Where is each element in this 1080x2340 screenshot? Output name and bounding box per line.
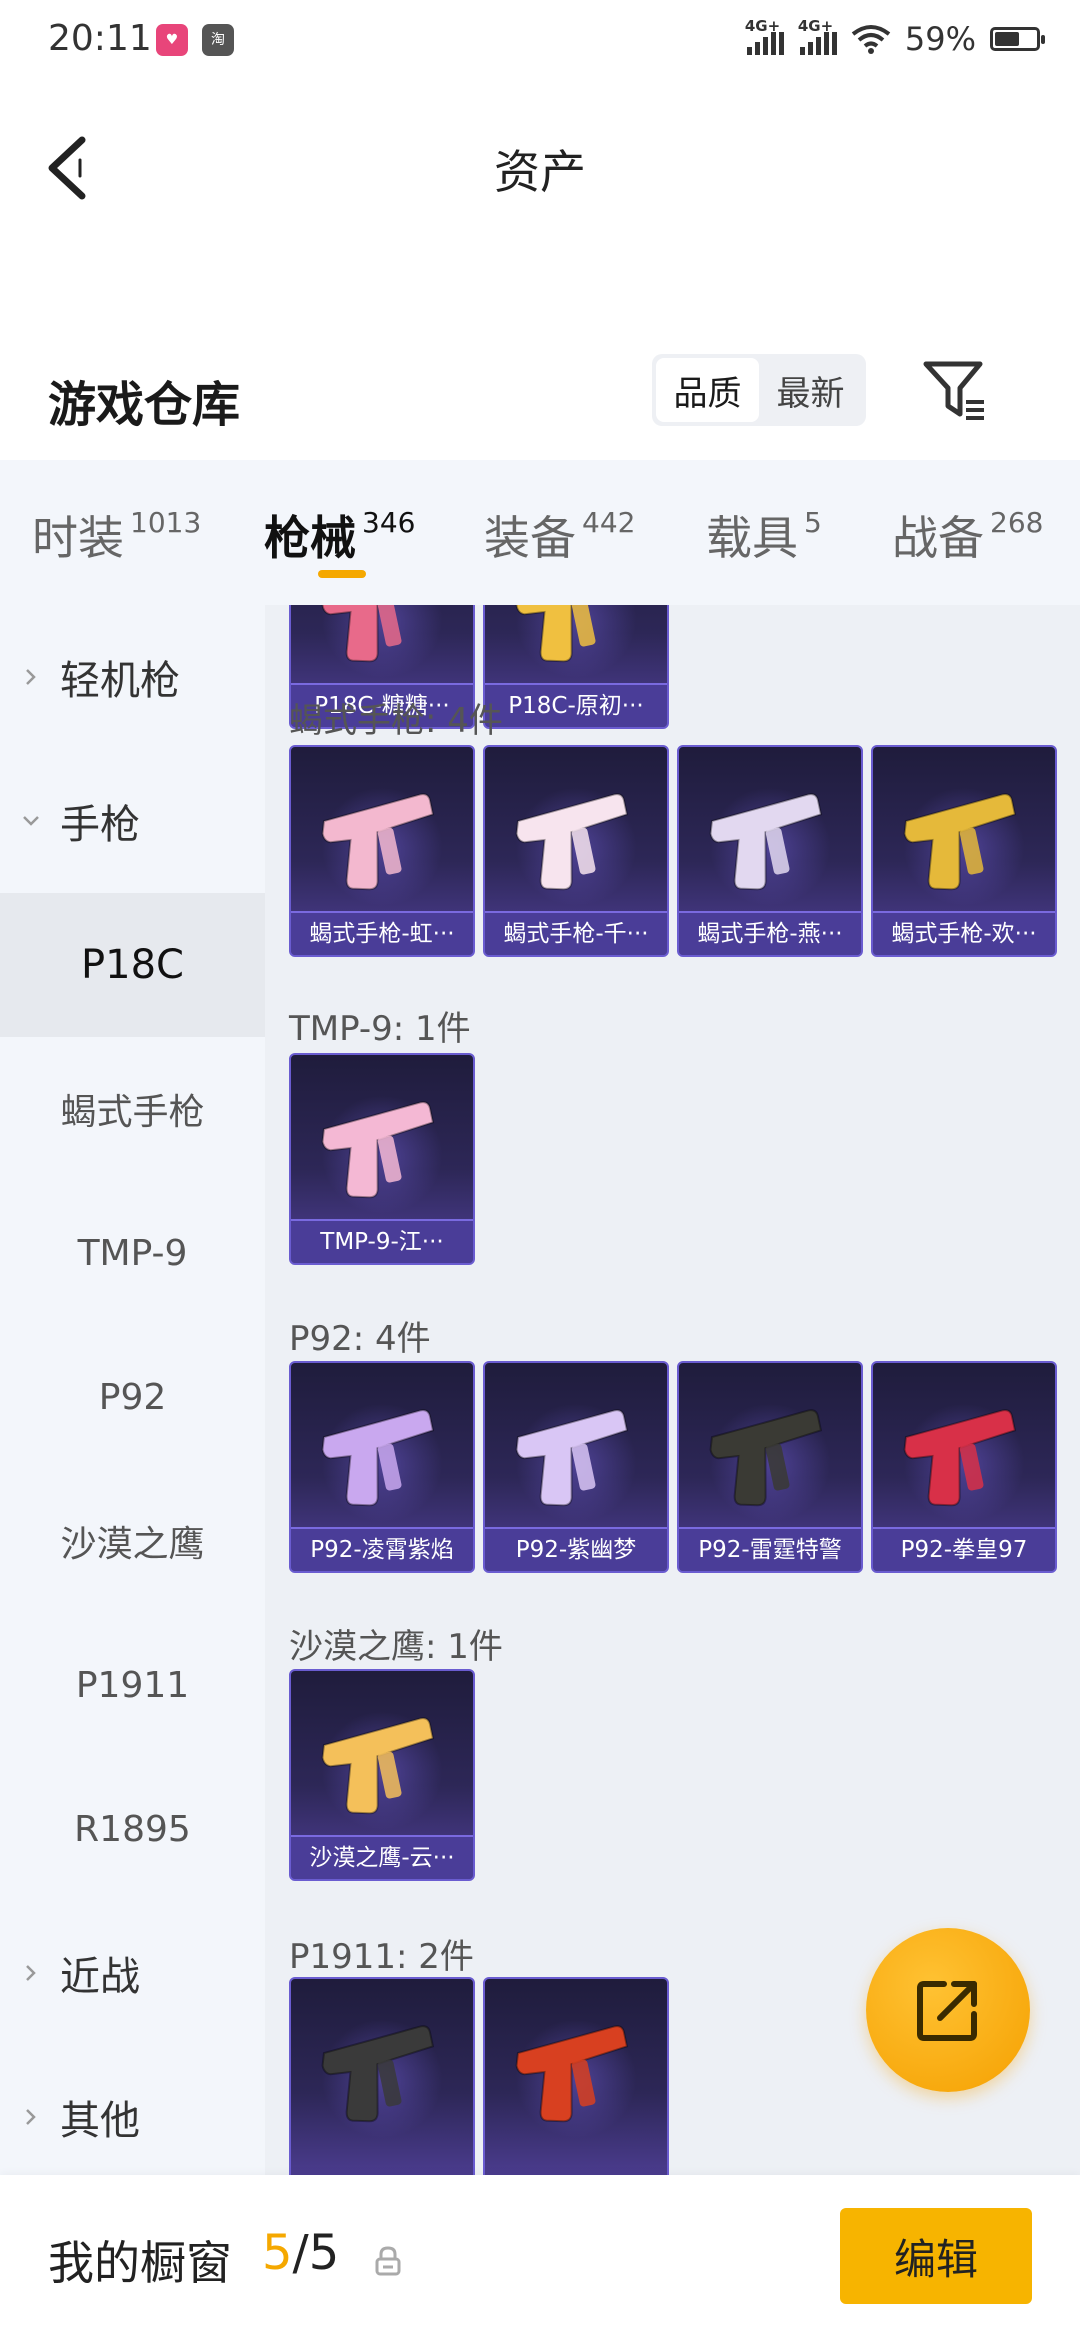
weapon-image [321,1101,435,1199]
weapon-card[interactable]: P92-紫幽梦 [483,1361,669,1573]
section-header: 沙漠之鹰: 1件 [289,1627,503,1667]
weapon-image [515,793,629,891]
weapon-card[interactable]: P92-拳皇97 [871,1361,1057,1573]
nav-desert-eagle[interactable]: 沙漠之鹰 [0,1469,265,1613]
edit-button[interactable]: 编辑 [840,2208,1032,2304]
status-bar: 20:11 ♥ 淘 4G+ 4G+ 59% [0,0,1080,86]
weapon-name: P92-紫幽梦 [485,1527,667,1571]
tab-equipment[interactable]: 装备 442 [484,502,635,568]
nav-p18c[interactable]: P18C [0,893,265,1037]
status-time: 20:11 [48,18,152,59]
weapon-card[interactable]: 蝎式手枪-虹··· [289,745,475,957]
weapon-image [709,1409,823,1507]
chevron-right-icon [26,669,36,685]
nav-scorpion[interactable]: 蝎式手枪 [0,1037,265,1181]
weapon-image [515,1409,629,1507]
weapon-name: 蝎式手枪-虹··· [291,911,473,955]
weapon-image [321,1409,435,1507]
weapon-name: 蝎式手枪-燕··· [679,911,861,955]
sort-quality-button[interactable]: 品质 [656,358,759,422]
weapon-image [321,2025,435,2123]
weapon-card[interactable]: P18C-原初··· [483,605,669,729]
weapon-card[interactable]: 蝎式手枪-欢··· [871,745,1057,957]
tab-tactical-gear[interactable]: 战备 268 [892,502,1043,568]
weapon-name: P18C-原初··· [485,683,667,727]
weapon-name: 蝎式手枪-千··· [485,911,667,955]
weapon-type-nav: 轻机枪 手枪 P18C 蝎式手枪 TMP-9 P92 沙漠之鹰 P1911 R1… [0,605,265,2175]
weapon-image [321,793,435,891]
lock-icon [375,2246,401,2276]
warehouse-header: 游戏仓库 品质 最新 [0,340,1080,460]
taobao-notification-icon: 淘 [202,24,234,56]
weapon-image [903,1409,1017,1507]
weapon-image [321,605,435,663]
weapon-image [515,2025,629,2123]
sort-newest-button[interactable]: 最新 [759,358,862,422]
nav-p1911[interactable]: P1911 [0,1613,265,1757]
section-header: P1911: 2件 [289,1937,474,1977]
weapon-card[interactable]: P92-凌霄紫焰 [289,1361,475,1573]
nav-light-machine-gun[interactable]: 轻机枪 [0,605,265,749]
signal-icon-2: 4G+ [798,17,837,55]
page-title: 资产 [494,145,586,199]
category-tabs: 时装 1013 枪械 346 装备 442 载具 5 战备 268 [0,460,1080,605]
wifi-icon [851,25,891,54]
weapon-card[interactable]: 蝎式手枪-燕··· [677,745,863,957]
weapon-card[interactable] [289,1977,475,2175]
nav-melee[interactable]: 近战 [0,1901,265,2045]
showcase-label: 我的橱窗 [48,2236,232,2290]
showcase-count: 5/5 [262,2225,340,2281]
weapon-image [515,605,629,663]
weapon-card[interactable]: TMP-9-江··· [289,1053,475,1265]
nav-tmp9[interactable]: TMP-9 [0,1181,265,1325]
nav-pistol[interactable]: 手枪 [0,749,265,893]
app-notification-icon: ♥ [156,24,188,56]
section-header: 蝎式手枪: 4件 [289,701,503,741]
weapon-image [903,793,1017,891]
share-button[interactable] [866,1928,1030,2092]
active-tab-indicator [318,570,366,578]
weapon-name: P92-雷霆特警 [679,1527,861,1571]
tab-firearms[interactable]: 枪械 346 [264,502,415,568]
chevron-down-icon [23,816,39,826]
weapon-name: 蝎式手枪-欢··· [873,911,1055,955]
weapon-name: P92-凌霄紫焰 [291,1527,473,1571]
weapon-card[interactable]: 沙漠之鹰-云··· [289,1669,475,1881]
chevron-right-icon [26,1965,36,1981]
nav-other[interactable]: 其他 [0,2045,265,2175]
warehouse-title: 游戏仓库 [48,377,241,433]
title-bar: 资产 [0,86,1080,246]
battery-percent: 59% [904,20,976,58]
showcase-bar: 我的橱窗 5/5 编辑 [0,2175,1080,2340]
weapon-image [709,793,823,891]
section-header: TMP-9: 1件 [289,1009,471,1049]
weapon-name: TMP-9-江··· [291,1219,473,1263]
weapon-card[interactable]: P92-雷霆特警 [677,1361,863,1573]
nav-p92[interactable]: P92 [0,1325,265,1469]
sort-toggle: 品质 最新 [652,354,866,426]
weapon-image [321,1717,435,1815]
weapon-card[interactable]: 蝎式手枪-千··· [483,745,669,957]
section-header: P92: 4件 [289,1319,431,1359]
battery-fill [995,32,1019,46]
signal-icon: 4G+ [745,17,784,55]
tab-vehicles[interactable]: 载具 5 [706,502,822,568]
share-icon [917,1981,977,2041]
weapon-name: P92-拳皇97 [873,1527,1055,1571]
tab-fashion[interactable]: 时装 1013 [32,502,201,568]
nav-r1895[interactable]: R1895 [0,1757,265,1901]
weapon-name: 沙漠之鹰-云··· [291,1835,473,1879]
battery-icon [990,27,1045,51]
weapon-card[interactable] [483,1977,669,2175]
filter-icon[interactable] [920,356,990,426]
chevron-right-icon [26,2109,36,2125]
